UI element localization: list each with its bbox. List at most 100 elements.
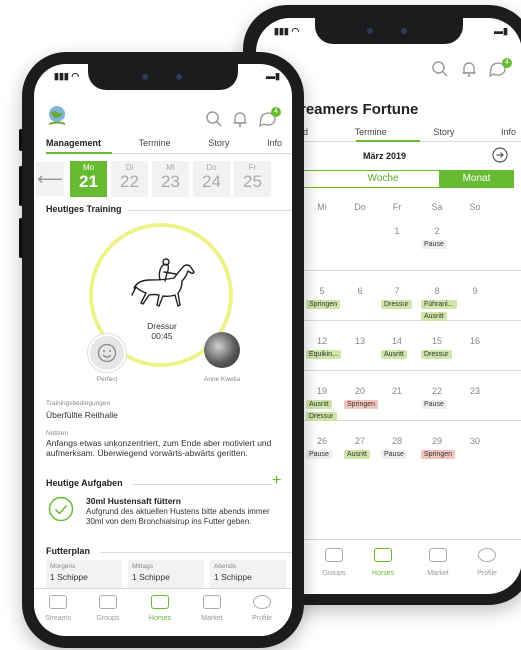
- weekday-label: Mi: [317, 202, 327, 212]
- streams-icon[interactable]: [49, 595, 67, 609]
- nav-label[interactable]: Streams: [38, 615, 78, 622]
- tab-info[interactable]: Info: [267, 138, 282, 148]
- nav-label[interactable]: Groups: [88, 615, 128, 622]
- add-task-button[interactable]: +: [272, 472, 281, 490]
- day-name: Mi: [166, 163, 175, 172]
- weekday-label: So: [469, 202, 481, 212]
- calendar-event-tag[interactable]: Springen: [344, 400, 379, 409]
- calendar-day-cell[interactable]: 26: [312, 436, 332, 446]
- feed-time-label: Morgens: [50, 563, 76, 570]
- calendar-day-cell[interactable]: 28: [387, 436, 407, 446]
- calendar-event-tag[interactable]: Springen: [421, 450, 456, 459]
- calendar-event-tag[interactable]: Ausritt: [306, 400, 332, 409]
- nav-label[interactable]: Horses: [363, 570, 403, 577]
- calendar-day-cell[interactable]: 20: [350, 386, 370, 396]
- nav-label[interactable]: Groups: [314, 570, 354, 577]
- calendar-event-tag[interactable]: Führanl...: [421, 300, 457, 309]
- calendar-day-cell[interactable]: 2: [427, 226, 447, 236]
- rider-avatar[interactable]: [204, 332, 240, 368]
- feed-title: Futterplan: [46, 546, 90, 556]
- conditions-value: Überfüllte Reithalle: [46, 410, 118, 420]
- tab-active-indicator: [46, 152, 112, 154]
- calendar-event-tag[interactable]: Pause: [306, 450, 332, 459]
- calendar-day-cell[interactable]: 30: [465, 436, 485, 446]
- task-description: Aufgrund des aktuellen Hustens bitte abe…: [86, 507, 270, 526]
- calendar-day-cell[interactable]: 12: [312, 336, 332, 346]
- calendar-day-cell[interactable]: 7: [387, 286, 407, 296]
- calendar-day-cell[interactable]: 21: [387, 386, 407, 396]
- calendar-day-cell[interactable]: 23: [465, 386, 485, 396]
- horse-icon[interactable]: [151, 595, 169, 609]
- day-name: Di: [125, 163, 134, 172]
- feed-time-label: Abends: [214, 563, 237, 570]
- calendar-event-tag[interactable]: Ausritt: [344, 450, 370, 459]
- profile-icon[interactable]: [478, 548, 496, 562]
- calendar-day-cell[interactable]: 1: [387, 226, 407, 236]
- calendar-day-cell[interactable]: 13: [350, 336, 370, 346]
- calendar-day-cell[interactable]: 5: [312, 286, 332, 296]
- sensor-icon: [401, 28, 407, 34]
- camera-icon: [142, 74, 148, 80]
- calendar-day-cell[interactable]: 22: [427, 386, 447, 396]
- prev-day-arrow[interactable]: ⟵: [36, 162, 64, 196]
- group-icon[interactable]: [325, 548, 343, 562]
- calendar-day-cell[interactable]: 6: [350, 286, 370, 296]
- group-icon[interactable]: [99, 595, 117, 609]
- calendar-event-tag[interactable]: Pause: [421, 240, 447, 249]
- notes-label: Notizen: [46, 430, 69, 437]
- calendar-event-tag[interactable]: Dressur: [306, 412, 337, 421]
- conditions-label: Trainingsbedingungen: [46, 400, 111, 407]
- feed-time-label: Mittags: [132, 563, 153, 570]
- weekday-label: Do: [354, 202, 366, 212]
- calendar-event-tag[interactable]: Springen: [306, 300, 341, 309]
- front-notch: [88, 64, 238, 90]
- calendar-day-cell[interactable]: 14: [387, 336, 407, 346]
- app-logo: [48, 106, 66, 125]
- mood-label: Perfect: [96, 376, 118, 383]
- rider-label: Anne Kwelia: [203, 376, 241, 383]
- calendar-event-tag[interactable]: Dressur: [381, 300, 412, 309]
- calendar-day-cell[interactable]: 15: [427, 336, 447, 346]
- day-number: 22: [120, 172, 139, 191]
- calendar-event-tag[interactable]: Equikin...: [306, 350, 341, 359]
- calendar-row-divider: [300, 370, 521, 371]
- calendar-event-tag[interactable]: Ausritt: [381, 350, 407, 359]
- calendar-event-tag[interactable]: Dressur: [421, 350, 452, 359]
- nav-label[interactable]: Profile: [242, 615, 282, 622]
- calendar-row-divider: [300, 320, 521, 321]
- training-type-label: Dressur: [147, 321, 177, 331]
- horse-icon[interactable]: [374, 548, 392, 562]
- calendar-event-tag[interactable]: Ausritt: [421, 312, 447, 321]
- calendar-day-cell[interactable]: 9: [465, 286, 485, 296]
- bell-icon[interactable]: [231, 110, 249, 128]
- day-number: 21: [79, 172, 98, 191]
- search-icon[interactable]: [205, 110, 223, 128]
- calendar-day-cell[interactable]: 29: [427, 436, 447, 446]
- nav-label[interactable]: Horses: [140, 615, 180, 622]
- market-icon[interactable]: [429, 548, 447, 562]
- nav-label[interactable]: Profile: [467, 570, 507, 577]
- calendar-day-cell[interactable]: 8: [427, 286, 447, 296]
- tab-story[interactable]: Story: [208, 138, 229, 148]
- day-number: 23: [161, 172, 180, 191]
- feed-amount: 1 Schippe: [214, 572, 252, 582]
- weekday-label: Fr: [392, 202, 402, 212]
- day-name: Fr: [248, 163, 257, 172]
- profile-icon[interactable]: [253, 595, 271, 609]
- calendar-event-tag[interactable]: Pause: [381, 450, 407, 459]
- nav-label[interactable]: Market: [418, 570, 458, 577]
- front-phone: ▮▮▮ ◠ ▬▮ 4 Management Termine Story Info…: [22, 52, 304, 648]
- market-icon[interactable]: [203, 595, 221, 609]
- tab-management[interactable]: Management: [46, 138, 101, 148]
- training-duration: 00:45: [151, 331, 173, 341]
- tasks-divider: [132, 484, 272, 485]
- calendar-day-cell[interactable]: 27: [350, 436, 370, 446]
- calendar-row-divider: [300, 270, 521, 271]
- calendar-event-tag[interactable]: Pause: [421, 400, 447, 409]
- calendar-day-cell[interactable]: 19: [312, 386, 332, 396]
- calendar-day-cell[interactable]: 16: [465, 336, 485, 346]
- notes-value: Anfangs etwas unkonzentriert, zum Ende a…: [46, 438, 272, 459]
- nav-label[interactable]: Market: [192, 615, 232, 622]
- tab-termine[interactable]: Termine: [139, 138, 171, 148]
- task-check-icon[interactable]: [48, 496, 74, 522]
